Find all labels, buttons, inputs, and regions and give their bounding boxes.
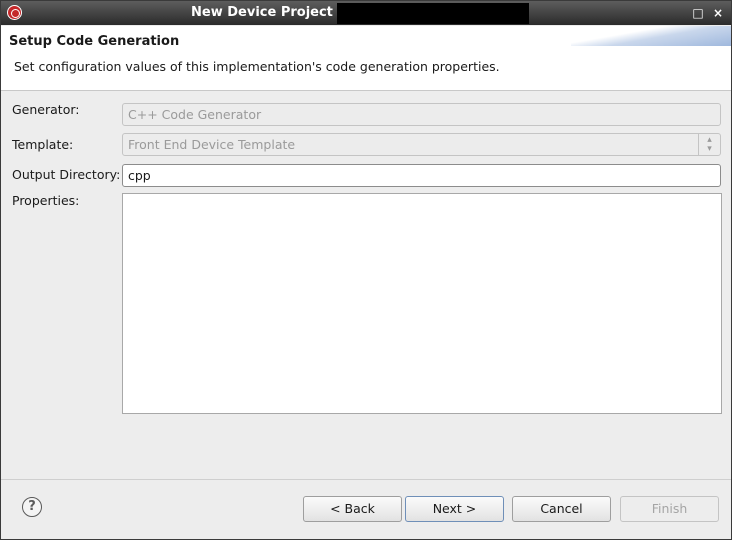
new-device-project-dialog: New Device Project □ × Setup Code Genera…: [0, 0, 732, 540]
title-bar[interactable]: New Device Project □ ×: [1, 1, 731, 25]
generator-field: C++ Code Generator: [122, 103, 721, 126]
footer-separator: [1, 479, 731, 480]
help-icon[interactable]: ?: [22, 497, 42, 517]
properties-panel[interactable]: [122, 193, 722, 414]
window-title: New Device Project: [191, 5, 333, 20]
next-button[interactable]: Next >: [405, 496, 504, 522]
template-combo-value: Front End Device Template: [128, 137, 296, 152]
redacted-title-area: [337, 3, 529, 24]
output-directory-input[interactable]: cpp: [122, 164, 721, 187]
template-combo: Front End Device Template ▴ ▾: [122, 133, 721, 156]
template-label: Template:: [12, 137, 74, 152]
app-logo-icon: [7, 5, 22, 20]
finish-button: Finish: [620, 496, 719, 522]
cancel-button[interactable]: Cancel: [512, 496, 611, 522]
close-icon[interactable]: ×: [711, 5, 725, 21]
page-title: Setup Code Generation: [9, 34, 180, 49]
generator-label: Generator:: [12, 102, 80, 117]
properties-label: Properties:: [12, 193, 80, 208]
wizard-header: Setup Code Generation Set configuration …: [1, 26, 731, 91]
maximize-icon[interactable]: □: [691, 5, 705, 21]
header-banner-graphic: [571, 26, 731, 46]
combo-arrows-icon: ▴ ▾: [698, 134, 720, 155]
page-description: Set configuration values of this impleme…: [14, 59, 500, 74]
back-button[interactable]: < Back: [303, 496, 402, 522]
output-directory-label: Output Directory:: [12, 167, 121, 182]
